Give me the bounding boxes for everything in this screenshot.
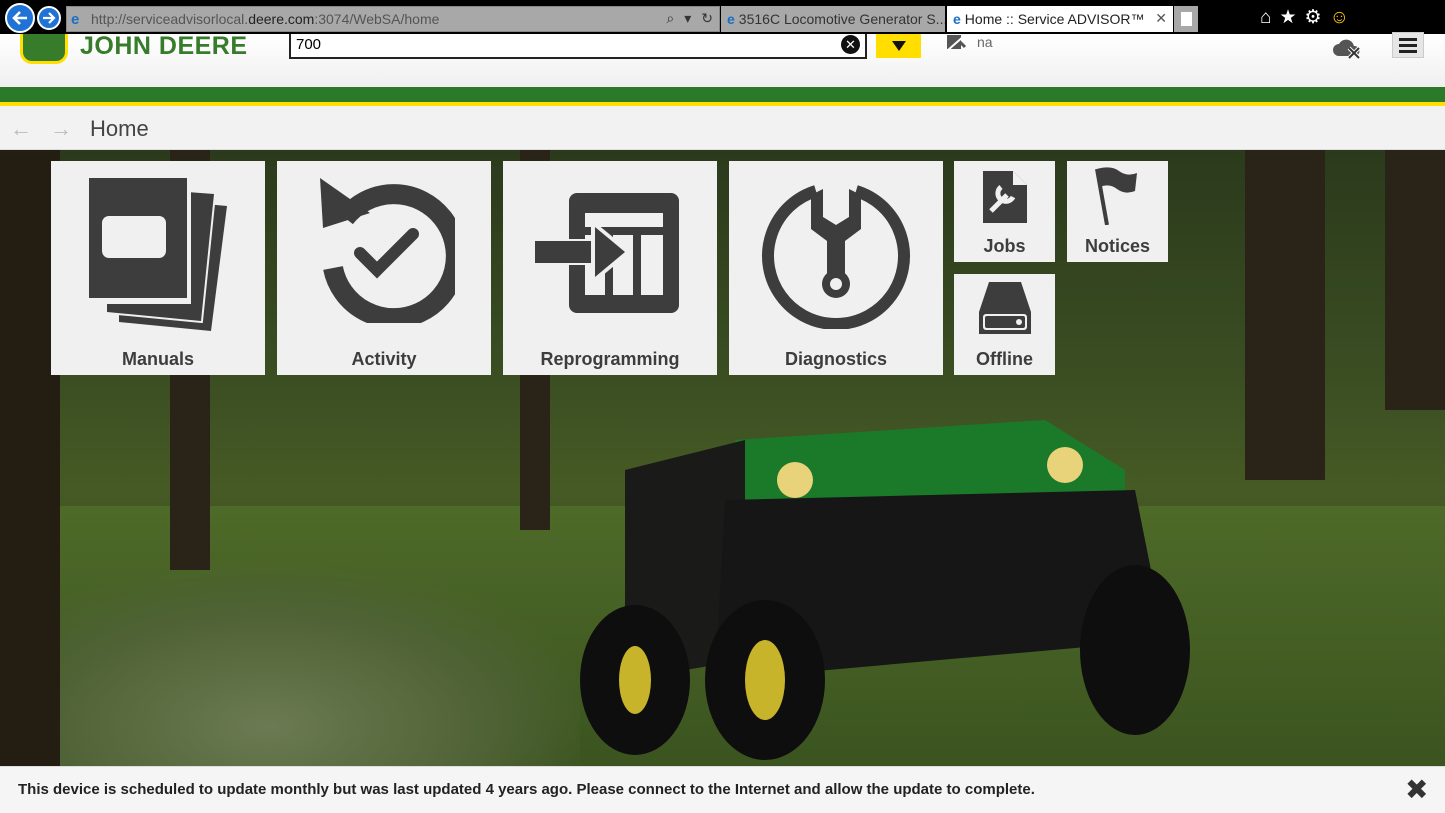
deer-logo-icon xyxy=(20,34,68,64)
tree-trunk xyxy=(1245,150,1325,480)
reprogram-arrow-icon xyxy=(533,193,679,313)
close-notification-icon[interactable]: ✖ xyxy=(1405,776,1428,804)
john-deere-logo[interactable]: JOHN DEERE xyxy=(20,31,248,64)
ie-logo-icon: e xyxy=(727,11,735,27)
browser-forward-button[interactable] xyxy=(37,6,61,30)
triangle-down-icon xyxy=(891,41,906,51)
brand-name: JOHN DEERE xyxy=(80,31,248,60)
manuals-icon xyxy=(89,178,227,331)
browser-tab-active[interactable]: e Home :: Service ADVISOR™ ✕ xyxy=(947,6,1173,32)
tile-label: Notices xyxy=(1084,236,1151,256)
tab-label: Home :: Service ADVISOR™ xyxy=(964,11,1145,27)
browser-back-button[interactable] xyxy=(5,3,35,33)
tile-notices[interactable]: Notices xyxy=(1067,161,1168,262)
search-input[interactable] xyxy=(291,34,831,55)
tile-label: Reprogramming xyxy=(540,349,680,369)
tile-label: Diagnostics xyxy=(784,349,888,369)
browser-tab[interactable]: e 3516C Locomotive Generator S... xyxy=(721,6,945,32)
gear-icon[interactable]: ⚙ xyxy=(1305,8,1322,28)
wrench-power-icon xyxy=(762,185,910,329)
cloud-offline-icon[interactable] xyxy=(1331,36,1363,60)
forward-arrow-icon[interactable]: → xyxy=(50,116,72,142)
notification-message: This device is scheduled to update month… xyxy=(18,781,1035,798)
new-tab-button[interactable] xyxy=(1174,6,1198,32)
hamburger-menu-button[interactable] xyxy=(1392,32,1424,58)
tile-jobs[interactable]: Jobs xyxy=(954,161,1055,262)
ie-logo-icon: e xyxy=(71,11,80,28)
browser-toolbar-icons: ⌂ ★ ⚙ ☺ xyxy=(1260,8,1349,28)
clear-search-icon[interactable]: ✕ xyxy=(841,35,860,54)
search-icon[interactable]: ⌕ xyxy=(666,10,674,27)
address-controls: ⌕ ▾ ↻ xyxy=(666,10,713,27)
chevron-down-icon[interactable]: ▾ xyxy=(684,10,691,27)
menu-line xyxy=(1399,43,1417,47)
utility-vehicle-image xyxy=(580,420,1190,760)
user-name: na xyxy=(977,34,993,50)
history-check-icon xyxy=(320,178,455,323)
smiley-icon[interactable]: ☺ xyxy=(1330,8,1349,28)
update-notification-bar: This device is scheduled to update month… xyxy=(0,766,1445,813)
job-document-wrench-icon xyxy=(983,171,1027,223)
tile-activity[interactable]: Activity xyxy=(277,161,491,375)
back-arrow-icon[interactable]: ← xyxy=(10,116,32,142)
address-bar[interactable]: e http://serviceadvisorlocal.deere.com:3… xyxy=(66,6,720,32)
tile-label: Manuals xyxy=(121,349,195,369)
page-title: Home xyxy=(90,116,149,141)
arrow-right-icon xyxy=(43,12,56,24)
tile-manuals[interactable]: Manuals xyxy=(51,161,265,375)
menu-line xyxy=(1399,37,1417,41)
menu-line xyxy=(1399,49,1417,53)
search-filter-dropdown[interactable] xyxy=(876,34,921,58)
address-text: http://serviceadvisorlocal.deere.com:307… xyxy=(91,11,440,27)
ie-logo-icon: e xyxy=(953,11,961,27)
tile-label: Jobs xyxy=(983,236,1026,256)
tile-label: Offline xyxy=(976,349,1033,369)
brand-stripe-green xyxy=(0,87,1445,102)
tile-diagnostics[interactable]: Diagnostics xyxy=(729,161,943,375)
hard-drive-icon xyxy=(979,282,1031,334)
user-disconnected-icon[interactable] xyxy=(946,34,966,52)
tile-reprogramming[interactable]: Reprogramming xyxy=(503,161,717,375)
dirt-path xyxy=(60,566,580,766)
app-header: JOHN DEERE ✕ na xyxy=(0,31,1445,87)
browser-toolbar: e http://serviceadvisorlocal.deere.com:3… xyxy=(0,0,1445,34)
close-icon[interactable]: ✕ xyxy=(1155,10,1167,27)
tab-label: 3516C Locomotive Generator S... xyxy=(738,11,945,27)
breadcrumb: ← → Home xyxy=(0,106,1445,150)
search-box: ✕ xyxy=(289,34,867,59)
flag-icon xyxy=(1095,167,1137,225)
tree-trunk xyxy=(1385,150,1445,410)
tile-label: Activity xyxy=(351,349,417,369)
home-icon[interactable]: ⌂ xyxy=(1260,8,1271,28)
star-icon[interactable]: ★ xyxy=(1279,8,1296,28)
new-tab-icon xyxy=(1180,12,1192,26)
refresh-icon[interactable]: ↻ xyxy=(701,10,713,27)
arrow-left-icon xyxy=(12,11,27,25)
tile-offline[interactable]: Offline xyxy=(954,274,1055,375)
